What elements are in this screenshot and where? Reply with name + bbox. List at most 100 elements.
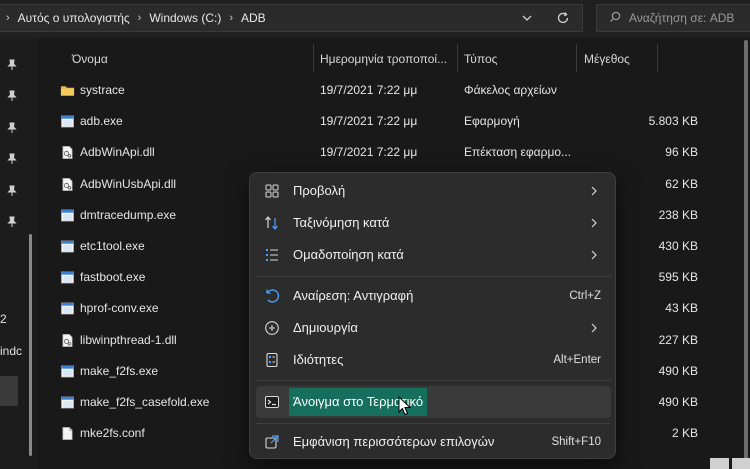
file-row[interactable]: adb.exe 19/7/2021 7:22 μμ Εφαρμογή 5.803 KB: [38, 106, 698, 137]
menu-divider: [256, 380, 611, 381]
menu-item-sort-by[interactable]: Ταξινόμηση κατά: [256, 207, 611, 239]
folder-icon: [60, 83, 75, 98]
file-name: systrace: [80, 83, 125, 97]
pin-icon[interactable]: [6, 90, 18, 102]
nav-item-selected[interactable]: [0, 376, 18, 406]
navigation-pane: 2 indc: [0, 38, 38, 469]
dll-icon: [60, 145, 75, 160]
nav-item-partial[interactable]: indc: [0, 344, 22, 358]
menu-item-group-by[interactable]: Ομαδοποίηση κατά: [256, 239, 611, 271]
breadcrumb-item-adb[interactable]: ADB: [241, 11, 266, 25]
breadcrumb-chevron-icon: ›: [6, 12, 10, 24]
menu-item-label: Ομαδοποίηση κατά: [293, 247, 404, 262]
dll-icon: [60, 177, 75, 192]
file-type: Εφαρμογή: [464, 114, 520, 129]
menu-shortcut: Ctrl+Z: [569, 290, 601, 302]
new-icon: [264, 320, 280, 336]
menu-item-view[interactable]: Προβολή: [256, 175, 611, 207]
file-name: make_f2fs_casefold.exe: [80, 395, 210, 409]
view-toggle-group: [708, 458, 750, 469]
pin-icon[interactable]: [6, 59, 18, 71]
file-size: 5.803 KB: [648, 114, 698, 129]
nav-item-partial[interactable]: 2: [0, 312, 7, 326]
column-divider[interactable]: [657, 44, 658, 72]
terminal-icon: [264, 394, 280, 410]
menu-item-undo-copy[interactable]: Αναίρεση: Αντιγραφή Ctrl+Z: [256, 280, 611, 312]
pin-icon[interactable]: [6, 185, 18, 197]
nav-scrollbar[interactable]: [29, 234, 32, 456]
group-icon: [264, 247, 280, 263]
file-row[interactable]: AdbWinApi.dll 19/7/2021 7:22 μμ Επέκταση ε…: [38, 137, 698, 168]
menu-item-show-more-options[interactable]: Εμφάνιση περισσότερων επιλογών Shift+F10: [256, 426, 611, 458]
breadcrumb-chevron-icon[interactable]: ›: [138, 12, 142, 24]
menu-shortcut: Shift+F10: [551, 436, 601, 448]
breadcrumb-item-drive-c[interactable]: Windows (C:): [149, 11, 221, 25]
refresh-icon[interactable]: [550, 5, 576, 31]
file-date-modified: 19/7/2021 7:22 μμ: [320, 83, 418, 97]
file-size: [588, 75, 698, 106]
menu-divider: [256, 276, 611, 277]
file-row[interactable]: systrace 19/7/2021 7:22 μμ Φάκελος αρχείων: [38, 75, 698, 106]
more-options-icon: [264, 434, 280, 450]
file-name: fastboot.exe: [80, 270, 146, 285]
tiles-view-icon[interactable]: [732, 458, 750, 469]
file-date-modified: 19/7/2021 7:22 μμ: [320, 145, 418, 160]
pin-icon[interactable]: [6, 153, 18, 165]
details-view-icon[interactable]: [710, 458, 729, 469]
address-dropdown-chevron-icon[interactable]: [514, 5, 540, 31]
pin-icon[interactable]: [6, 216, 18, 228]
menu-item-open-in-terminal[interactable]: Άνοιγμα στο Τερματικό: [256, 386, 611, 418]
menu-item-properties[interactable]: Ιδιότητες Alt+Enter: [256, 344, 611, 376]
undo-icon: [264, 288, 280, 304]
menu-divider: [256, 423, 611, 424]
column-divider[interactable]: [576, 44, 577, 72]
column-header-date[interactable]: Ημερομηνία τροποποί...: [314, 44, 447, 74]
menu-item-label: Ιδιότητες: [293, 352, 344, 367]
exe-icon: [60, 208, 75, 223]
submenu-chevron-icon: [589, 217, 599, 229]
properties-icon: [264, 352, 280, 368]
submenu-chevron-icon: [589, 322, 599, 334]
exe-icon: [60, 239, 75, 254]
file-name: etc1tool.exe: [80, 239, 145, 253]
address-toolbar: › Αυτός ο υπολογιστής › Windows (C:) › A…: [0, 0, 750, 38]
file-date-modified: 19/7/2021 7:22 μμ: [320, 114, 418, 129]
exe-icon: [60, 364, 75, 379]
column-header-type[interactable]: Τύπος: [458, 44, 497, 74]
exe-icon: [60, 270, 75, 285]
menu-item-label: Προβολή: [293, 183, 346, 198]
menu-item-label: Εμφάνιση περισσότερων επιλογών: [293, 434, 495, 449]
file-name: dmtracedump.exe: [80, 207, 177, 222]
file-name: AdbWinApi.dll: [80, 145, 155, 160]
search-icon: [609, 11, 621, 26]
view-grid-icon: [264, 183, 280, 199]
submenu-chevron-icon: [589, 249, 599, 261]
search-input[interactable]: [629, 11, 750, 25]
breadcrumb-item-this-pc[interactable]: Αυτός ο υπολογιστής: [18, 11, 130, 25]
column-header-name[interactable]: Όνομα: [66, 44, 108, 74]
file-name: make_f2fs.exe: [80, 363, 159, 378]
mouse-cursor-icon: [398, 395, 412, 416]
column-header-row: Όνομα Ημερομηνία τροποποί... Τύπος Μέγεθ…: [38, 44, 750, 74]
dll-icon: [60, 333, 75, 348]
vertical-scrollbar[interactable]: [744, 40, 748, 460]
exe-icon: [60, 395, 75, 410]
sort-icon: [264, 215, 280, 231]
file-name: AdbWinUsbApi.dll: [80, 176, 177, 191]
address-bar[interactable]: › Αυτός ο υπολογιστής › Windows (C:) › A…: [0, 4, 583, 32]
file-size: 96 KB: [665, 145, 698, 160]
column-header-size[interactable]: Μέγεθος: [578, 44, 630, 74]
file-name: adb.exe: [80, 114, 123, 129]
menu-item-label: Ταξινόμηση κατά: [293, 215, 390, 230]
breadcrumb-chevron-icon[interactable]: ›: [229, 12, 233, 24]
menu-item-label: Δημιουργία: [293, 320, 358, 335]
file-type: Φάκελος αρχείων: [464, 83, 557, 97]
exe-icon: [60, 114, 75, 129]
file-icon: [60, 426, 75, 441]
file-type: Επέκταση εφαρμο...: [464, 145, 572, 160]
menu-item-new[interactable]: Δημιουργία: [256, 312, 611, 344]
search-box[interactable]: [596, 4, 750, 32]
menu-shortcut: Alt+Enter: [553, 354, 601, 366]
pin-icon[interactable]: [6, 122, 18, 134]
submenu-chevron-icon: [589, 185, 599, 197]
